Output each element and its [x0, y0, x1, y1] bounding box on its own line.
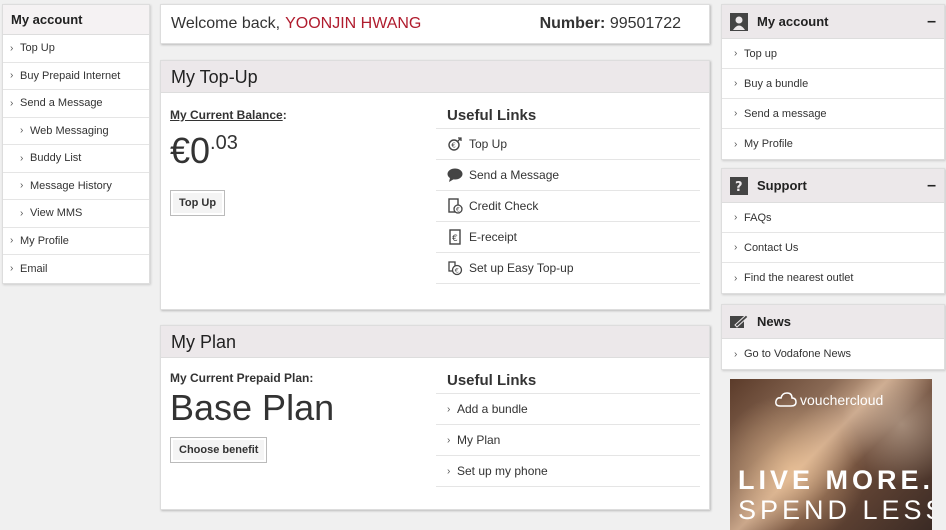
chevron-right-icon: › [447, 403, 451, 415]
question-icon: ? [730, 176, 748, 195]
right-news-box: News › Go to Vodafone News [721, 304, 945, 370]
left-nav-buddy-list[interactable]: › Buddy List [3, 145, 149, 173]
right-link-buy-a-bundle[interactable]: › Buy a bundle [722, 69, 944, 99]
chevron-right-icon: › [447, 465, 451, 477]
chevron-right-icon: › [734, 78, 738, 89]
balance-amount: €0.03 [170, 130, 238, 171]
chevron-right-icon: › [20, 180, 24, 192]
plan-section: My Current Prepaid Plan: Base Plan Choos… [170, 371, 334, 463]
chevron-right-icon: › [10, 235, 14, 247]
left-sidebar-title: My account [3, 5, 149, 35]
plan-title: My Plan [161, 326, 709, 358]
svg-text:€: € [452, 234, 458, 244]
ad-headline-1: LIVE MORE. [738, 465, 932, 495]
link-my-plan[interactable]: › My Plan [436, 425, 700, 456]
user-icon [730, 12, 748, 31]
svg-text:€: € [451, 142, 455, 150]
svg-text:?: ? [735, 180, 743, 195]
right-link-contact-us[interactable]: › Contact Us [722, 233, 944, 263]
chevron-right-icon: › [447, 434, 451, 446]
speech-bubble-icon [447, 167, 463, 183]
collapse-icon[interactable]: – [927, 177, 936, 195]
euro-arrow-icon: € [447, 136, 463, 152]
link-e-receipt[interactable]: € E-receipt [436, 222, 700, 253]
phone-number: Number: 99501722 [539, 15, 681, 32]
plan-useful-links: Useful Links › Add a bundle › My Plan › Set… [436, 368, 700, 487]
choose-benefit-button[interactable]: Choose benefit [170, 437, 268, 463]
credit-check-icon: € [447, 198, 463, 214]
right-account-header[interactable]: My account – [722, 5, 944, 39]
ad-headline-2: SPEND LESS. [738, 495, 932, 525]
link-easy-top-up[interactable]: € Set up Easy Top-up [436, 253, 700, 284]
left-nav-send-a-message[interactable]: › Send a Message [3, 90, 149, 118]
right-link-top-up[interactable]: › Top up [722, 39, 944, 69]
balance-section: My Current Balance: €0.03 Top Up [170, 106, 287, 216]
chevron-right-icon: › [20, 152, 24, 164]
chevron-right-icon: › [734, 212, 738, 223]
link-set-up-my-phone[interactable]: › Set up my phone [436, 456, 700, 487]
plan-panel: My Plan My Current Prepaid Plan: Base Pl… [160, 325, 710, 510]
chevron-right-icon: › [734, 272, 738, 284]
plan-label: My Current Prepaid Plan: [170, 371, 314, 385]
vouchercloud-logo: vouchercloud [775, 392, 883, 408]
link-credit-check[interactable]: € Credit Check [436, 191, 700, 222]
left-nav-web-messaging[interactable]: › Web Messaging [3, 118, 149, 145]
chevron-right-icon: › [734, 242, 738, 253]
e-receipt-icon: € [447, 229, 463, 245]
chevron-right-icon: › [10, 42, 14, 54]
right-news-header[interactable]: News [722, 305, 944, 339]
cloud-icon [775, 392, 797, 407]
top-up-button[interactable]: Top Up [170, 190, 226, 216]
right-link-send-a-message[interactable]: › Send a message [722, 99, 944, 129]
user-name: YOONJIN HWANG [285, 15, 422, 32]
chevron-right-icon: › [20, 207, 24, 219]
chevron-right-icon: › [10, 97, 14, 109]
news-pencil-icon [730, 313, 748, 331]
right-link-faqs[interactable]: › FAQs [722, 203, 944, 233]
right-link-vodafone-news[interactable]: › Go to Vodafone News [722, 339, 944, 369]
top-up-title: My Top-Up [161, 61, 709, 93]
link-add-a-bundle[interactable]: › Add a bundle [436, 394, 700, 425]
left-nav-message-history[interactable]: › Message History [3, 173, 149, 200]
chevron-right-icon: › [10, 263, 14, 275]
left-nav-view-mms[interactable]: › View MMS [3, 200, 149, 228]
left-nav-my-profile[interactable]: › My Profile [3, 228, 149, 255]
welcome-text: Welcome back, [171, 15, 281, 32]
easy-topup-icon: € [447, 260, 463, 276]
right-support-header[interactable]: ? Support – [722, 169, 944, 203]
top-up-panel: My Top-Up My Current Balance: €0.03 Top … [160, 60, 710, 310]
collapse-icon[interactable]: – [927, 13, 936, 31]
right-link-my-profile[interactable]: › My Profile [722, 129, 944, 159]
svg-text:€: € [455, 267, 459, 275]
left-sidebar: My account › Top Up › Buy Prepaid Internet… [2, 4, 150, 284]
left-nav-buy-prepaid-internet[interactable]: › Buy Prepaid Internet [3, 63, 149, 90]
chevron-right-icon: › [10, 70, 14, 82]
plan-useful-links-title: Useful Links [436, 368, 700, 394]
welcome-bar: Welcome back, YOONJIN HWANG Number: 9950… [160, 4, 710, 44]
chevron-right-icon: › [734, 48, 738, 59]
chevron-right-icon: › [734, 108, 738, 119]
right-account-box: My account – › Top up › Buy a bundle › Send… [721, 4, 945, 160]
right-link-find-outlet[interactable]: › Find the nearest outlet [722, 263, 944, 293]
right-support-box: ? Support – › FAQs › Contact Us › Find the … [721, 168, 945, 294]
left-nav-email[interactable]: › Email [3, 255, 149, 283]
link-send-a-message[interactable]: Send a Message [436, 160, 700, 191]
left-nav-top-up[interactable]: › Top Up [3, 35, 149, 63]
link-top-up[interactable]: € Top Up [436, 129, 700, 160]
vouchercloud-ad-banner[interactable]: vouchercloud LIVE MORE. SPEND LESS. [730, 379, 932, 530]
chevron-right-icon: › [734, 348, 738, 360]
useful-links-title: Useful Links [436, 103, 700, 129]
chevron-right-icon: › [734, 138, 738, 150]
top-up-useful-links: Useful Links € Top Up Send a Message € C… [436, 103, 700, 284]
balance-label-link[interactable]: My Current Balance [170, 108, 283, 122]
svg-text:€: € [456, 206, 460, 213]
chevron-right-icon: › [20, 125, 24, 137]
plan-name: Base Plan [170, 387, 335, 428]
